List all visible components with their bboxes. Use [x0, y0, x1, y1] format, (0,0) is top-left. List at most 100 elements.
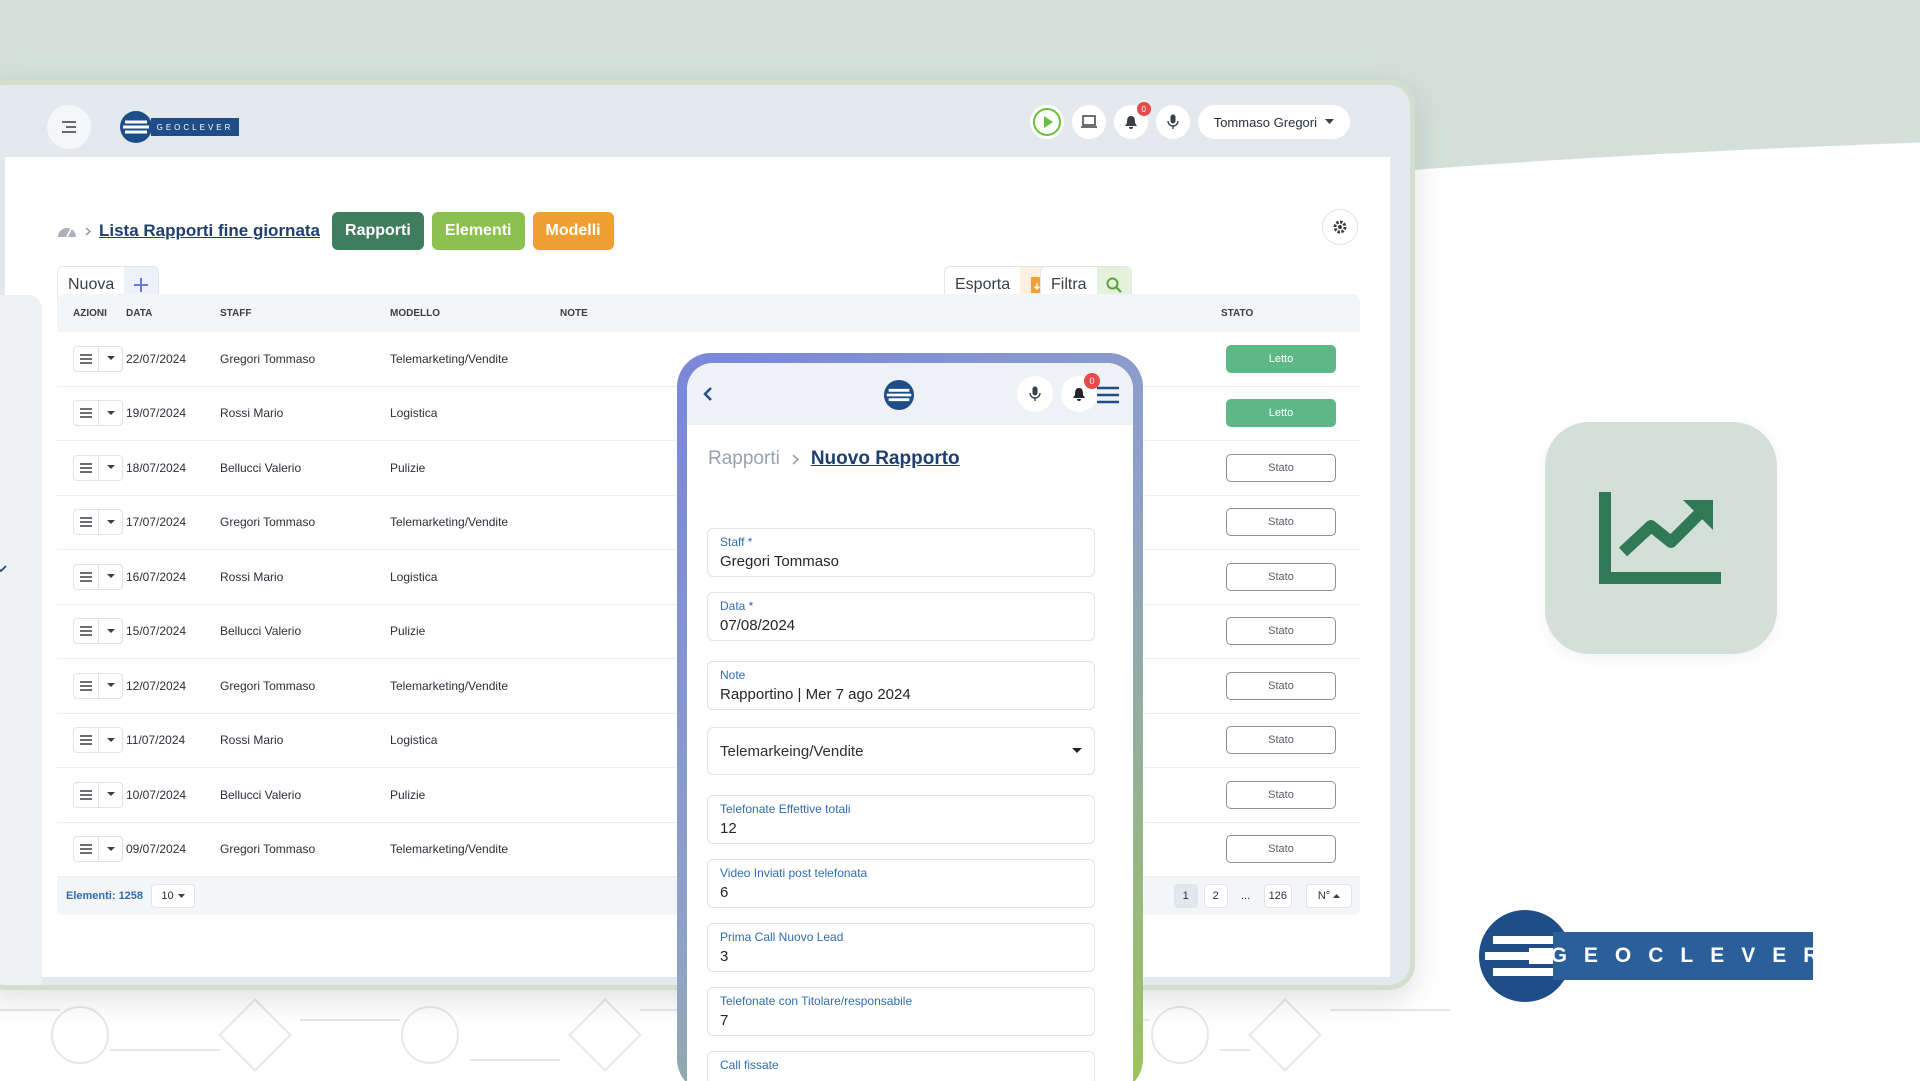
cell-data: 18/07/2024: [126, 460, 187, 475]
row-menu-icon[interactable]: [74, 674, 98, 698]
page-title-link[interactable]: Lista Rapporti fine giornata: [99, 221, 320, 241]
status-button[interactable]: Stato: [1226, 562, 1336, 591]
status-button[interactable]: Stato: [1226, 671, 1336, 700]
tab-modelli[interactable]: Modelli: [532, 212, 614, 250]
calls-total-field[interactable]: Telefonate Effettive totali 12: [707, 795, 1095, 844]
staff-field[interactable]: Staff * Gregori Tommaso: [707, 528, 1095, 577]
row-actions: [57, 345, 126, 372]
row-menu-icon[interactable]: [74, 619, 98, 643]
menu-toggle-button[interactable]: [47, 105, 91, 149]
row-menu-icon[interactable]: [74, 510, 98, 534]
back-arrow-icon[interactable]: [703, 386, 713, 402]
row-menu-icon[interactable]: [74, 728, 98, 752]
date-label: Data *: [720, 599, 754, 613]
settings-button[interactable]: [1322, 209, 1358, 245]
owner-calls-field[interactable]: Telefonate con Titolare/responsabile 7: [707, 987, 1095, 1036]
page-1-button[interactable]: 1: [1173, 884, 1198, 908]
row-menu-icon[interactable]: [74, 347, 98, 371]
scheduled-calls-field[interactable]: Call fissate: [707, 1051, 1095, 1081]
cell-modello: Telemarketing/Vendite: [390, 842, 509, 857]
pagination-ellipsis: ...: [1241, 890, 1251, 902]
status-button[interactable]: Letto: [1226, 399, 1336, 428]
crumb-rapporti-link[interactable]: Rapporti: [708, 448, 780, 470]
cell-modello: Telemarketing/Vendite: [390, 515, 509, 530]
row-dropdown-icon[interactable]: [98, 401, 122, 426]
cell-modello: Logistica: [390, 406, 438, 421]
cell-staff: Gregori Tommaso: [220, 351, 316, 366]
row-dropdown-icon[interactable]: [98, 673, 122, 698]
col-data[interactable]: DATA: [126, 308, 220, 319]
notifications-button[interactable]: 0: [1113, 102, 1151, 139]
row-actions: [57, 618, 126, 645]
first-call-field[interactable]: Prima Call Nuovo Lead 3: [707, 923, 1095, 972]
status-button[interactable]: Stato: [1226, 835, 1336, 864]
bell-icon: [1073, 387, 1085, 401]
brand-wordmark: GEOCLEVER: [151, 118, 239, 136]
notification-badge: 0: [1136, 102, 1151, 116]
trending-up-chart-icon: [1599, 492, 1721, 584]
col-note[interactable]: NOTE: [560, 308, 1221, 319]
phone-mockup: 0 Rapporti Nuovo Rapporto Staff * Gregori…: [677, 353, 1143, 1081]
status-button[interactable]: Stato: [1226, 508, 1336, 537]
row-dropdown-icon[interactable]: [98, 837, 122, 862]
dashboard-gauge-icon[interactable]: [57, 224, 77, 238]
row-dropdown-icon[interactable]: [98, 728, 122, 753]
row-menu-icon[interactable]: [74, 565, 98, 589]
cell-staff: Bellucci Valerio: [220, 787, 302, 802]
col-modello[interactable]: MODELLO: [390, 308, 560, 319]
row-dropdown-icon[interactable]: [98, 619, 122, 644]
microphone-icon: [1029, 386, 1041, 401]
crumb-nuovo-rapporto[interactable]: Nuovo Rapporto: [811, 448, 960, 470]
brand-logo: GEOCLEVER: [119, 110, 239, 144]
status-button[interactable]: Stato: [1226, 617, 1336, 646]
microphone-button[interactable]: [1155, 105, 1190, 139]
page-2-button[interactable]: 2: [1203, 884, 1228, 908]
model-select[interactable]: Telemarkeing/Vendite: [707, 727, 1095, 775]
page-size-select[interactable]: 10: [151, 884, 196, 908]
row-dropdown-icon[interactable]: [98, 346, 122, 371]
status-button[interactable]: Letto: [1226, 344, 1336, 373]
sort-select[interactable]: N°: [1306, 884, 1352, 908]
date-field[interactable]: Data * 07/08/2024: [707, 592, 1095, 641]
videos-sent-field[interactable]: Video Inviati post telefonata 6: [707, 859, 1095, 908]
page-last-button[interactable]: 126: [1263, 884, 1292, 908]
col-staff[interactable]: STAFF: [220, 308, 390, 319]
row-menu-icon[interactable]: [74, 456, 98, 480]
caret-down-icon: [1072, 748, 1082, 753]
cell-data: 22/07/2024: [126, 351, 187, 366]
row-menu-icon[interactable]: [74, 401, 98, 425]
date-value: 07/08/2024: [720, 617, 796, 634]
row-dropdown-icon[interactable]: [98, 455, 122, 480]
gear-icon: [1333, 220, 1347, 234]
chevron-down-icon[interactable]: [0, 565, 7, 573]
cell-modello: Telemarketing/Vendite: [390, 678, 509, 693]
status-button[interactable]: Stato: [1226, 726, 1336, 755]
col-azioni: AZIONI: [73, 307, 107, 319]
status-button[interactable]: Stato: [1226, 780, 1336, 809]
row-dropdown-icon[interactable]: [98, 564, 122, 589]
staff-value: Gregori Tommaso: [720, 553, 839, 570]
play-button[interactable]: [1029, 105, 1064, 139]
page-size-value: 10: [161, 890, 174, 902]
note-field[interactable]: Note Rapportino | Mer 7 ago 2024: [707, 661, 1095, 710]
cell-staff: Rossi Mario: [220, 733, 284, 748]
brand-wordmark-text: GEOCLEVER: [1550, 944, 1836, 967]
user-menu-button[interactable]: Tommaso Gregori: [1197, 105, 1350, 139]
side-panel: [0, 295, 42, 985]
note-value: Rapportino | Mer 7 ago 2024: [720, 686, 911, 703]
row-menu-icon[interactable]: [74, 837, 98, 861]
row-menu-icon[interactable]: [74, 783, 98, 807]
phone-breadcrumb: Rapporti Nuovo Rapporto: [708, 448, 960, 470]
row-dropdown-icon[interactable]: [98, 510, 122, 535]
phone-microphone-button[interactable]: [1017, 376, 1053, 412]
row-actions: [57, 563, 126, 590]
col-stato[interactable]: STATO: [1221, 308, 1341, 319]
first-call-label: Prima Call Nuovo Lead: [720, 930, 844, 944]
hamburger-menu-icon[interactable]: [1097, 386, 1119, 404]
row-dropdown-icon[interactable]: [98, 782, 122, 807]
tab-elementi[interactable]: Elementi: [431, 212, 525, 250]
screen-button[interactable]: [1071, 105, 1106, 139]
status-button[interactable]: Stato: [1226, 453, 1336, 482]
tab-rapporti[interactable]: Rapporti: [332, 212, 424, 250]
phone-notifications-button[interactable]: 0: [1061, 373, 1100, 412]
